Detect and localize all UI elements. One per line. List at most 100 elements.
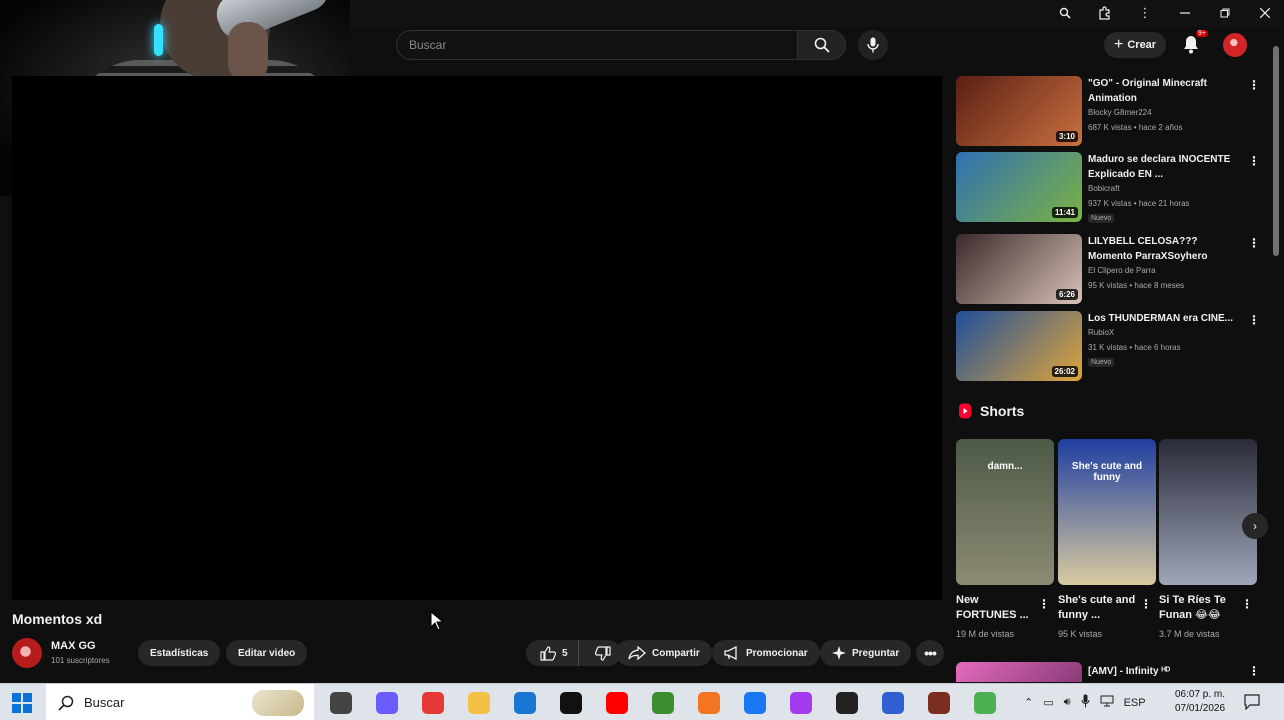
recommendation-channel[interactable]: Bobicraft (1088, 184, 1120, 193)
webcam-hand (228, 22, 268, 82)
taskbar-app-minecraft-launcher[interactable] (966, 689, 1004, 717)
edit-video-button[interactable]: Editar video (226, 640, 308, 666)
windows-taskbar: Buscar ⌃ ▭ 🔊︎ ESP 06:07 p. m. 07/01/2026 (0, 683, 1284, 720)
recommendation-meta: 937 K vistas • hace 21 horas (1088, 199, 1190, 208)
windows-start-button[interactable] (12, 693, 32, 713)
recommendation-meta: 687 K vistas • hace 2 años (1088, 123, 1183, 132)
short-thumbnail[interactable]: damn... (956, 439, 1054, 585)
scrollbar-thumb[interactable] (1273, 46, 1279, 256)
close-icon[interactable] (1254, 4, 1276, 22)
edit-video-label: Editar video (238, 647, 296, 659)
short-thumbnail[interactable]: She's cute and funny (1058, 439, 1156, 585)
recommendation-item[interactable]: 6:26 LILYBELL CELOSA??? Momento ParraXSo… (956, 234, 1266, 306)
short-thumbnail[interactable] (1159, 439, 1257, 585)
voice-search-button[interactable] (858, 30, 888, 60)
extensions-icon[interactable] (1094, 4, 1116, 22)
shorts-icon (959, 403, 971, 419)
recommendation-channel[interactable]: RubioX (1088, 328, 1114, 337)
taskbar-clock[interactable]: 06:07 p. m. 07/01/2026 (1172, 688, 1228, 716)
volume-icon[interactable]: 🔊︎ (1064, 696, 1071, 709)
ask-button[interactable]: Preguntar (820, 640, 912, 666)
short-title[interactable]: New FORTUNES ... (956, 593, 1038, 623)
shorts-heading: Shorts (980, 403, 1025, 419)
ask-label: Preguntar (852, 647, 900, 659)
taskbar-app-chrome[interactable] (414, 689, 452, 717)
facebook-icon (744, 692, 766, 714)
recommendation-channel[interactable]: El Clipero de Parra (1088, 266, 1156, 275)
recommendation-item[interactable]: [AMV] - Infinity ᴴᴰ ⋮ (956, 662, 1266, 682)
like-button[interactable]: 5 (526, 640, 579, 666)
taskbar-app-tiktok[interactable] (552, 689, 590, 717)
recommendation-title[interactable]: Los THUNDERMAN era CINE... (1088, 311, 1240, 326)
taskbar-app-file-explorer[interactable] (460, 689, 498, 717)
video-duration: 6:26 (1055, 289, 1078, 300)
kebab-menu-icon[interactable]: ⋮ (1241, 597, 1253, 611)
kebab-menu-icon[interactable]: ⋮ (1140, 597, 1152, 611)
kebab-menu-icon[interactable]: ⋮ (1248, 236, 1260, 250)
browser-menu-icon[interactable]: ⋮ (1134, 4, 1156, 22)
minecraft-dungeons-icon (928, 692, 950, 714)
channel-name[interactable]: MAX GG (51, 640, 96, 652)
video-player[interactable] (12, 76, 942, 600)
short-title[interactable]: Si Te Ríes Te Funan 😂😂 (1159, 593, 1241, 623)
taskbar-app-minecraft-dungeons[interactable] (920, 689, 958, 717)
display-icon[interactable]: ▭ (1043, 696, 1053, 709)
language-indicator[interactable]: ESP (1124, 697, 1146, 709)
kebab-menu-icon[interactable]: ⋮ (1248, 664, 1260, 678)
kebab-menu-icon[interactable]: ⋮ (1248, 154, 1260, 168)
obs-icon (836, 692, 858, 714)
account-avatar[interactable] (1223, 33, 1247, 57)
short-overlay-text: She's cute and funny (1071, 461, 1143, 483)
notification-badge: 9+ (1196, 30, 1208, 37)
recommendation-item[interactable]: 3:10 "GO" - Original Minecraft Animation… (956, 76, 1266, 148)
search-input[interactable]: Buscar (396, 30, 798, 60)
notifications-button[interactable]: 9+ (1182, 30, 1208, 59)
messenger-icon (790, 692, 812, 714)
tasks-icon (882, 692, 904, 714)
promote-button[interactable]: Promocionar (712, 640, 820, 666)
share-button[interactable]: Compartir (616, 640, 712, 666)
kebab-menu-icon[interactable]: ⋮ (1038, 597, 1050, 611)
short-title[interactable]: She's cute and funny ... (1058, 593, 1140, 623)
video-thumbnail[interactable]: 11:41 (956, 152, 1082, 222)
minimize-icon[interactable] (1174, 4, 1196, 22)
taskbar-app-minecraft[interactable] (644, 689, 682, 717)
network-icon[interactable] (1100, 695, 1114, 710)
taskbar-app-copilot[interactable] (368, 689, 406, 717)
recommendation-title[interactable]: Maduro se declara INOCENTE Explicado EN … (1088, 152, 1240, 182)
taskbar-app-crunchyroll[interactable] (690, 689, 728, 717)
recommendation-item[interactable]: 26:02 Los THUNDERMAN era CINE... RubioX … (956, 311, 1266, 383)
taskbar-app-task-view[interactable] (322, 689, 360, 717)
taskbar-app-messenger[interactable] (782, 689, 820, 717)
taskbar-app-outlook[interactable] (506, 689, 544, 717)
taskbar-app-obs[interactable] (828, 689, 866, 717)
recommendation-title[interactable]: LILYBELL CELOSA??? Momento ParraXSoyhero (1088, 234, 1240, 264)
taskbar-app-facebook[interactable] (736, 689, 774, 717)
channel-avatar[interactable] (12, 638, 42, 668)
search-button[interactable] (798, 30, 846, 60)
video-thumbnail[interactable]: 6:26 (956, 234, 1082, 304)
zoom-icon[interactable] (1054, 4, 1076, 22)
microphone-icon[interactable] (1081, 694, 1090, 711)
kebab-menu-icon[interactable]: ⋮ (1248, 78, 1260, 92)
video-thumbnail[interactable] (956, 662, 1082, 682)
chevron-up-icon[interactable]: ⌃ (1024, 696, 1033, 709)
video-thumbnail[interactable]: 3:10 (956, 76, 1082, 146)
more-actions-button[interactable]: ••• (916, 640, 944, 666)
taskbar-app-tasks[interactable] (874, 689, 912, 717)
notification-center-icon[interactable] (1244, 694, 1260, 715)
recommendation-channel[interactable]: Blocky G8mer224 (1088, 108, 1152, 117)
stats-button[interactable]: Estadísticas (138, 640, 221, 666)
page-scrollbar[interactable] (1272, 30, 1280, 680)
taskbar-search-box[interactable]: Buscar (46, 684, 314, 720)
kebab-menu-icon[interactable]: ⋮ (1248, 313, 1260, 327)
recommendation-title[interactable]: "GO" - Original Minecraft Animation (1088, 76, 1240, 106)
taskbar-app-youtube[interactable] (598, 689, 636, 717)
recommendation-title[interactable]: [AMV] - Infinity ᴴᴰ (1088, 664, 1240, 679)
create-button[interactable]: + Crear (1104, 32, 1167, 58)
mouse-cursor-icon (430, 610, 445, 636)
shorts-next-button[interactable]: › (1242, 513, 1268, 539)
recommendation-item[interactable]: 11:41 Maduro se declara INOCENTE Explica… (956, 152, 1266, 224)
restore-icon[interactable] (1214, 4, 1236, 22)
video-thumbnail[interactable]: 26:02 (956, 311, 1082, 381)
